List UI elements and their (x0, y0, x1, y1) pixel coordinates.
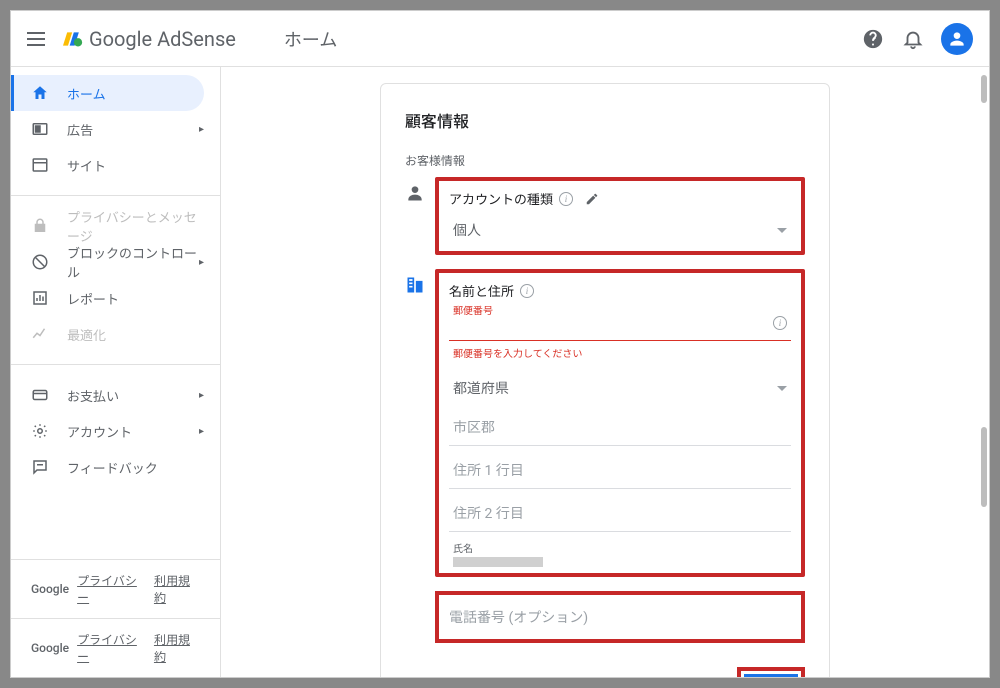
footer-terms-link[interactable]: 利用規約 (154, 572, 200, 606)
chevron-right-icon: ▸ (199, 124, 204, 135)
address-line2-input[interactable]: 住所 2 行目 (449, 489, 791, 532)
sidebar-item-label: ブロックのコントロール (67, 243, 200, 281)
sidebar-item-feedback[interactable]: フィードバック (11, 449, 220, 485)
sidebar-item-label: プライバシーとメッセージ (67, 207, 200, 245)
page-title: ホーム (284, 26, 337, 52)
sidebar-item-reports[interactable]: レポート (11, 280, 220, 316)
sidebar: ホーム 広告 ▸ サイト プライバシーとメッセージ (11, 67, 221, 677)
adsense-logo-text: Google AdSense (89, 27, 236, 51)
sidebar-item-label: 最適化 (67, 325, 106, 344)
sidebar-item-label: ホーム (67, 84, 106, 103)
notifications-icon[interactable] (901, 27, 925, 51)
chevron-right-icon: ▸ (199, 257, 204, 268)
chevron-right-icon: ▸ (199, 390, 204, 401)
customer-info-label: お客様情報 (405, 152, 805, 169)
sidebar-item-sites[interactable]: サイト (11, 147, 220, 183)
sidebar-item-label: レポート (67, 289, 119, 308)
sidebar-item-label: 広告 (67, 120, 93, 139)
customer-info-card: 顧客情報 お客様情報 アカウントの種類 i (380, 83, 830, 677)
caret-down-icon (777, 228, 787, 233)
sidebar-item-blocking[interactable]: ブロックのコントロール ▸ (11, 244, 220, 280)
sidebar-item-label: フィードバック (67, 458, 158, 477)
footer-terms-link[interactable]: 利用規約 (154, 631, 200, 665)
caret-down-icon (777, 386, 787, 391)
adsense-logo[interactable]: Google AdSense (63, 27, 236, 51)
postal-error: 郵便番号を入力してください (449, 341, 791, 360)
prefecture-placeholder: 都道府県 (453, 378, 509, 398)
phone-input[interactable]: 電話番号 (オプション) (449, 607, 791, 627)
sites-icon (31, 156, 49, 174)
business-icon (405, 275, 425, 295)
account-type-select[interactable]: 個人 (449, 210, 791, 245)
help-icon[interactable] (861, 27, 885, 51)
account-type-label: アカウントの種類 (449, 189, 553, 208)
phone-section: 電話番号 (オプション) (435, 591, 805, 643)
account-type-section: アカウントの種類 i 個人 (435, 177, 805, 255)
sidebar-item-home[interactable]: ホーム (11, 75, 204, 111)
home-icon (31, 84, 49, 102)
sidebar-item-label: サイト (67, 156, 106, 175)
sidebar-footer: Google プライバシー 利用規約 (11, 559, 220, 618)
edit-icon[interactable] (585, 192, 599, 206)
footer-privacy-link[interactable]: プライバシー (77, 631, 146, 665)
scrollbar[interactable] (979, 67, 987, 677)
reports-icon (31, 289, 49, 307)
postal-code-input[interactable]: 郵便番号 i (449, 302, 791, 341)
footer-brand: Google (31, 641, 69, 655)
sidebar-item-optimization[interactable]: 最適化 (11, 316, 220, 352)
name-redacted-value (453, 557, 543, 567)
sidebar-footer-dup: Google プライバシー 利用規約 (11, 618, 220, 677)
optimization-icon (31, 325, 49, 343)
sidebar-item-account[interactable]: アカウント ▸ (11, 413, 220, 449)
submit-button[interactable]: 送信 (744, 674, 798, 677)
adsense-logo-icon (63, 29, 83, 49)
sidebar-item-label: お支払い (67, 386, 119, 405)
city-input[interactable]: 市区郡 (449, 403, 791, 446)
addr2-placeholder: 住所 2 行目 (453, 506, 524, 522)
info-icon[interactable]: i (773, 316, 787, 330)
sidebar-item-ads[interactable]: 広告 ▸ (11, 111, 220, 147)
feedback-icon (31, 458, 49, 476)
block-icon (31, 253, 49, 271)
info-icon[interactable]: i (520, 284, 534, 298)
name-field: 氏名 (449, 532, 791, 567)
footer-brand: Google (31, 582, 69, 596)
submit-highlight: 送信 (737, 667, 805, 677)
name-label: 氏名 (453, 540, 787, 555)
hamburger-menu-button[interactable] (27, 27, 51, 51)
account-type-value: 個人 (453, 220, 481, 240)
gear-icon (31, 422, 49, 440)
card-title: 顧客情報 (405, 108, 805, 132)
chevron-right-icon: ▸ (199, 426, 204, 437)
footer-privacy-link[interactable]: プライバシー (77, 572, 146, 606)
sidebar-item-label: アカウント (67, 422, 132, 441)
name-address-section: 名前と住所 i 郵便番号 i 郵便番号を入力してください 都道府県 (435, 269, 805, 577)
sidebar-item-payments[interactable]: お支払い ▸ (11, 377, 220, 413)
payments-icon (31, 386, 49, 404)
privacy-icon (31, 217, 49, 235)
address-line1-input[interactable]: 住所 1 行目 (449, 446, 791, 489)
postal-label: 郵便番号 (453, 302, 493, 317)
info-icon[interactable]: i (559, 192, 573, 206)
prefecture-select[interactable]: 都道府県 (449, 360, 791, 403)
sidebar-item-privacy-messages[interactable]: プライバシーとメッセージ (11, 208, 220, 244)
ads-icon (31, 120, 49, 138)
account-avatar[interactable] (941, 23, 973, 55)
addr1-placeholder: 住所 1 行目 (453, 463, 524, 479)
person-icon (405, 183, 425, 203)
city-placeholder: 市区郡 (453, 420, 495, 436)
name-address-label: 名前と住所 (449, 281, 514, 300)
